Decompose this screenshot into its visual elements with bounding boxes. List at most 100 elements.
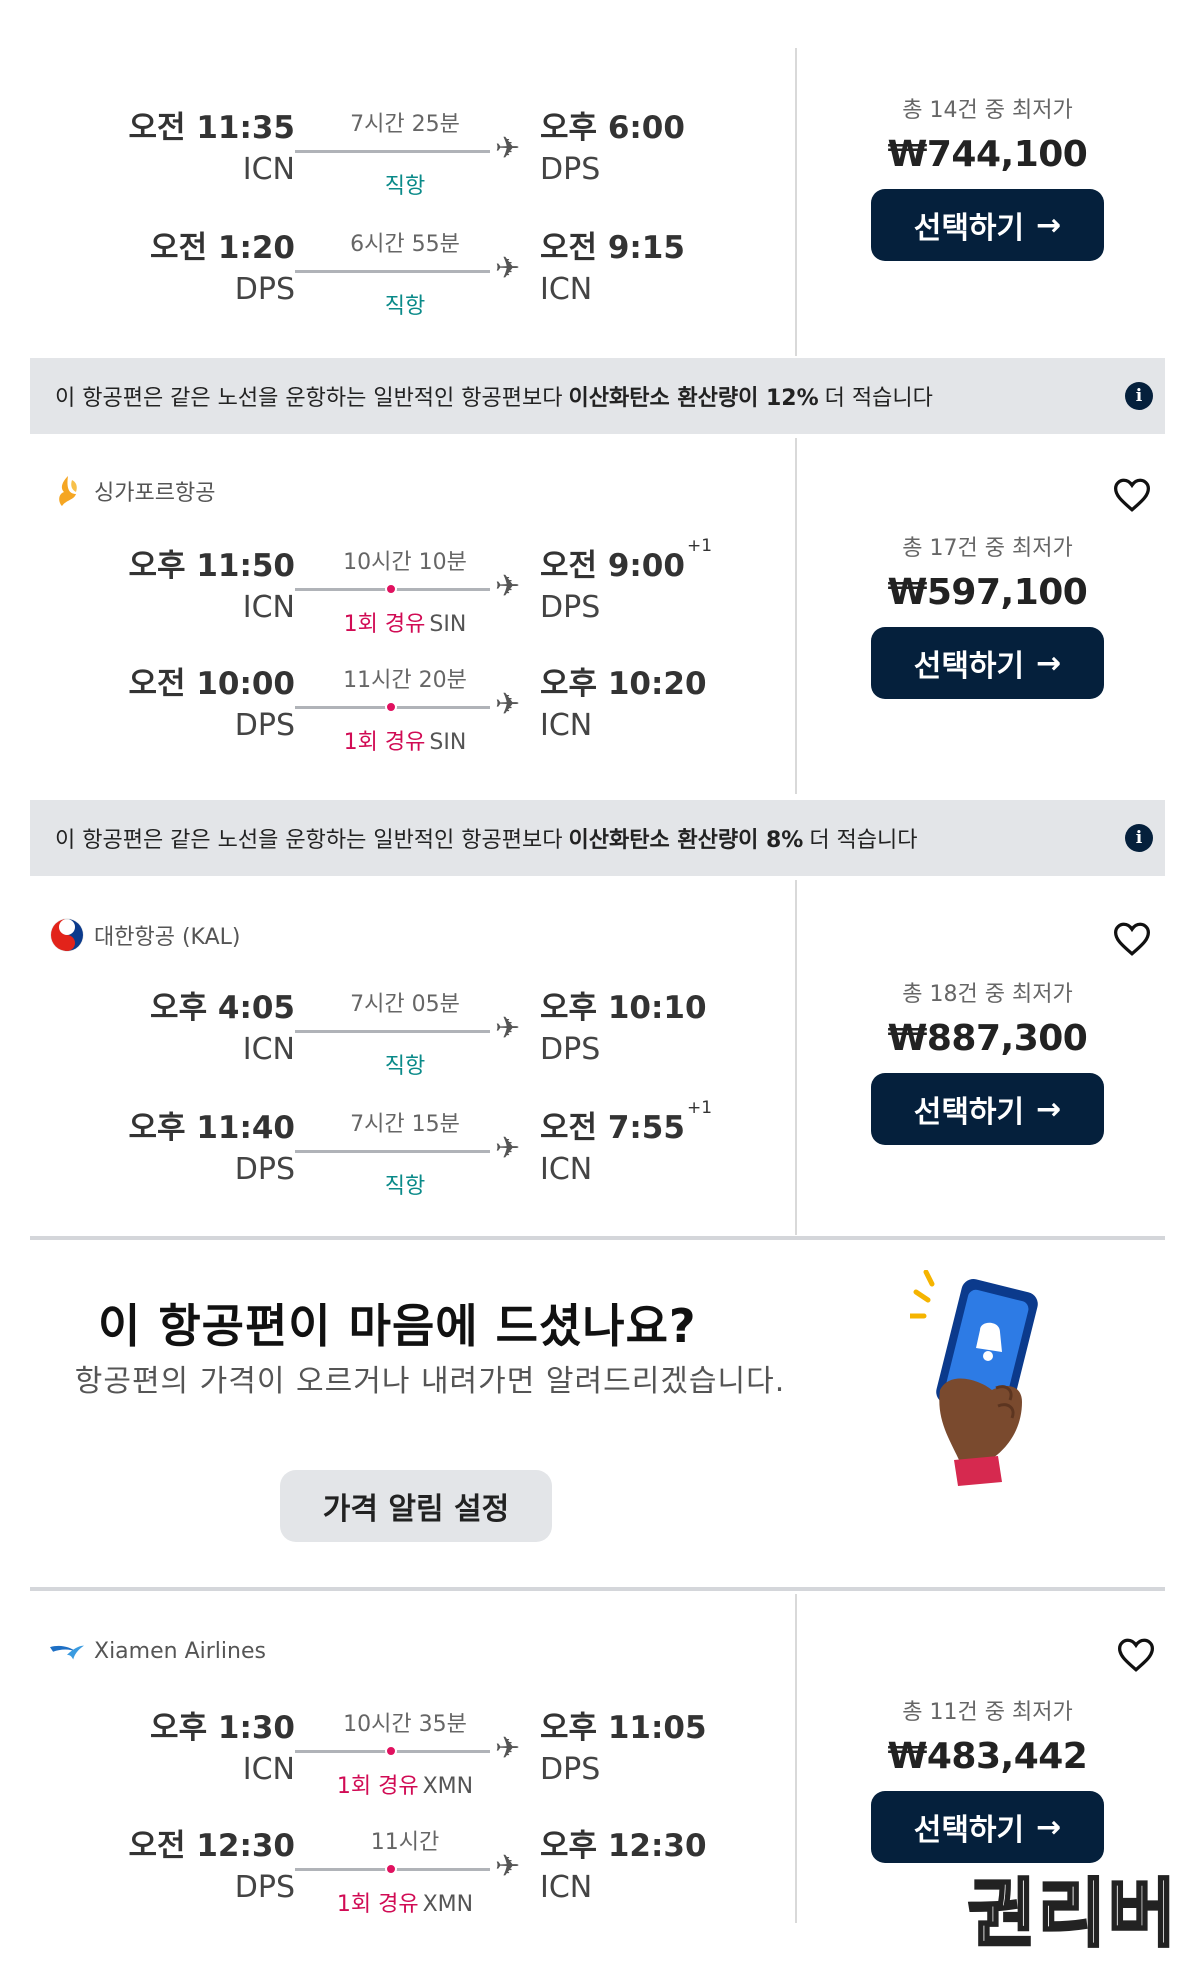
arrival-time: 오전 9:00+1 (540, 536, 713, 584)
airline-name: Xiamen Airlines (50, 1634, 266, 1668)
arrow-right-icon: → (1036, 645, 1062, 681)
departure-time: 오후 11:40 (128, 1110, 295, 1146)
flight-card: 대한항공 (KAL) 오후 4:05 ICN 7시간 05분 ✈ 직항 오후 1… (30, 880, 1165, 1235)
airplane-icon: ✈ (495, 1011, 521, 1046)
co2-banner-highlight: 이산화탄소 환산량이 8% (568, 828, 804, 853)
flight-card: 오전 11:35 ICN 7시간 25분 ✈ 직항 오후 6:00 DPS 오전… (30, 0, 1165, 356)
departure-time: 오후 1:30 (150, 1710, 295, 1746)
stops-label: 1회 경유 XMN (336, 1774, 474, 1799)
price: ₩597,100 (887, 572, 1088, 613)
co2-banner-text: 이 항공편은 같은 노선을 운항하는 일반적인 항공편보다 (55, 828, 563, 853)
arrival-time: 오후 10:20 (540, 666, 707, 702)
stops-label: 1회 경유 XMN (336, 1892, 474, 1917)
airline-name: 대한항공 (KAL) (50, 918, 240, 952)
price-alert-button[interactable]: 가격 알림 설정 (280, 1470, 552, 1542)
layover-airport: SIN (429, 612, 467, 637)
promo-title: 이 항공편이 마음에 드셨나요? (98, 1299, 697, 1353)
departure-time: 오전 10:00 (128, 666, 295, 702)
departure-airport: DPS (234, 1152, 295, 1187)
return-leg: 오전 1:20 DPS 6시간 55분 ✈ 직항 오전 9:15 ICN (30, 222, 790, 332)
flight-duration: 6시간 55분 (350, 232, 460, 257)
flight-duration: 10시간 10분 (343, 550, 467, 575)
stops-label: 직항 (384, 1174, 426, 1199)
price-alert-promo: 이 항공편이 마음에 드셨나요? 항공편의 가격이 오르거나 내려가면 알려드리… (30, 1250, 1165, 1585)
outbound-leg: 오전 11:35 ICN 7시간 25분 ✈ 직항 오후 6:00 DPS (30, 102, 790, 212)
price-note: 총 18건 중 최저가 (902, 982, 1073, 1007)
hand-phone-bell-illustration (907, 1269, 1060, 1494)
arrow-right-icon: → (1036, 207, 1062, 243)
flight-duration: 11시간 (370, 1830, 440, 1855)
price: ₩483,442 (887, 1736, 1088, 1777)
airplane-icon: ✈ (495, 1731, 521, 1766)
heart-outline-icon[interactable] (1109, 916, 1155, 962)
heart-outline-icon[interactable] (1113, 1632, 1159, 1678)
price-panel: 총 14건 중 최저가 ₩744,100 선택하기 → (810, 92, 1165, 261)
arrival-time: 오전 9:15 (540, 230, 685, 266)
route-line (295, 1745, 490, 1757)
arrival-airport: DPS (540, 1032, 601, 1067)
singapore-airlines-logo-icon (50, 474, 84, 508)
watermark-signature: 권리버 (966, 1870, 1178, 1959)
return-leg: 오전 12:30 DPS 11시간 ✈ 1회 경유 XMN 오후 12:30 IC… (30, 1820, 790, 1930)
stops-label: 1회 경유 SIN (343, 730, 467, 755)
arrival-time: 오전 7:55+1 (540, 1098, 713, 1146)
info-icon[interactable]: i (1125, 382, 1153, 410)
departure-airport: ICN (242, 590, 295, 625)
price-panel: 총 17건 중 최저가 ₩597,100 선택하기 → (810, 530, 1165, 699)
arrival-time: 오후 6:00 (540, 110, 685, 146)
departure-airport: DPS (234, 708, 295, 743)
flight-duration: 7시간 25분 (350, 112, 460, 137)
price-note: 총 11건 중 최저가 (902, 1700, 1073, 1725)
layover-airport: XMN (422, 1892, 474, 1917)
route-line (295, 1863, 490, 1875)
airplane-icon: ✈ (495, 131, 521, 166)
stops-label: 직항 (384, 294, 426, 319)
arrival-time: 오후 12:30 (540, 1828, 707, 1864)
arrival-airport: DPS (540, 1752, 601, 1787)
flight-duration: 10시간 35분 (343, 1712, 467, 1737)
layover-dot (385, 1863, 397, 1875)
price: ₩744,100 (887, 134, 1088, 175)
co2-banner-text: 이 항공편은 같은 노선을 운항하는 일반적인 항공편보다 (55, 386, 563, 411)
info-icon[interactable]: i (1125, 824, 1153, 852)
select-button[interactable]: 선택하기 → (871, 627, 1104, 699)
select-button-label: 선택하기 (913, 649, 1025, 684)
flight-duration: 7시간 15분 (350, 1112, 460, 1137)
select-button-label: 선택하기 (913, 1095, 1025, 1130)
select-button-label: 선택하기 (913, 211, 1025, 246)
departure-airport: ICN (242, 1032, 295, 1067)
layover-airport: XMN (422, 1774, 474, 1799)
card-separator (30, 1236, 1165, 1240)
departure-time: 오전 12:30 (128, 1828, 295, 1864)
return-leg: 오전 10:00 DPS 11시간 20분 ✈ 1회 경유 SIN 오후 10:2… (30, 658, 790, 768)
departure-time: 오후 4:05 (150, 990, 295, 1026)
korean-air-logo-icon (50, 918, 84, 952)
route-line (295, 701, 490, 713)
route-line (295, 583, 490, 595)
select-button[interactable]: 선택하기 → (871, 1791, 1104, 1863)
arrival-time: 오후 10:10 (540, 990, 707, 1026)
stops-label: 직항 (384, 1054, 426, 1079)
airplane-icon: ✈ (495, 1849, 521, 1884)
select-button[interactable]: 선택하기 → (871, 1073, 1104, 1145)
card-divider (795, 1594, 797, 1923)
select-button[interactable]: 선택하기 → (871, 189, 1104, 261)
flight-card: 싱가포르항공 오후 11:50 ICN 10시간 10분 ✈ 1회 경유 SIN … (30, 438, 1165, 794)
co2-banner-suffix: 더 적습니다 (809, 828, 918, 853)
airline-name: 싱가포르항공 (50, 474, 215, 508)
price-panel: 총 18건 중 최저가 ₩887,300 선택하기 → (810, 976, 1165, 1145)
departure-airport: ICN (242, 1752, 295, 1787)
price-note: 총 17건 중 최저가 (902, 536, 1073, 561)
departure-airport: DPS (234, 272, 295, 307)
card-divider (795, 438, 797, 794)
flight-duration: 11시간 20분 (343, 668, 467, 693)
price-note: 총 14건 중 최저가 (902, 98, 1073, 123)
arrival-airport: ICN (540, 272, 593, 307)
co2-banner: 이 항공편은 같은 노선을 운항하는 일반적인 항공편보다 이산화탄소 환산량이… (30, 358, 1165, 434)
arrival-airport: DPS (540, 152, 601, 187)
airplane-icon: ✈ (495, 251, 521, 286)
select-button-label: 선택하기 (913, 1813, 1025, 1848)
outbound-leg: 오후 4:05 ICN 7시간 05분 ✈ 직항 오후 10:10 DPS (30, 982, 790, 1092)
heart-outline-icon[interactable] (1109, 472, 1155, 518)
price: ₩887,300 (887, 1018, 1088, 1059)
